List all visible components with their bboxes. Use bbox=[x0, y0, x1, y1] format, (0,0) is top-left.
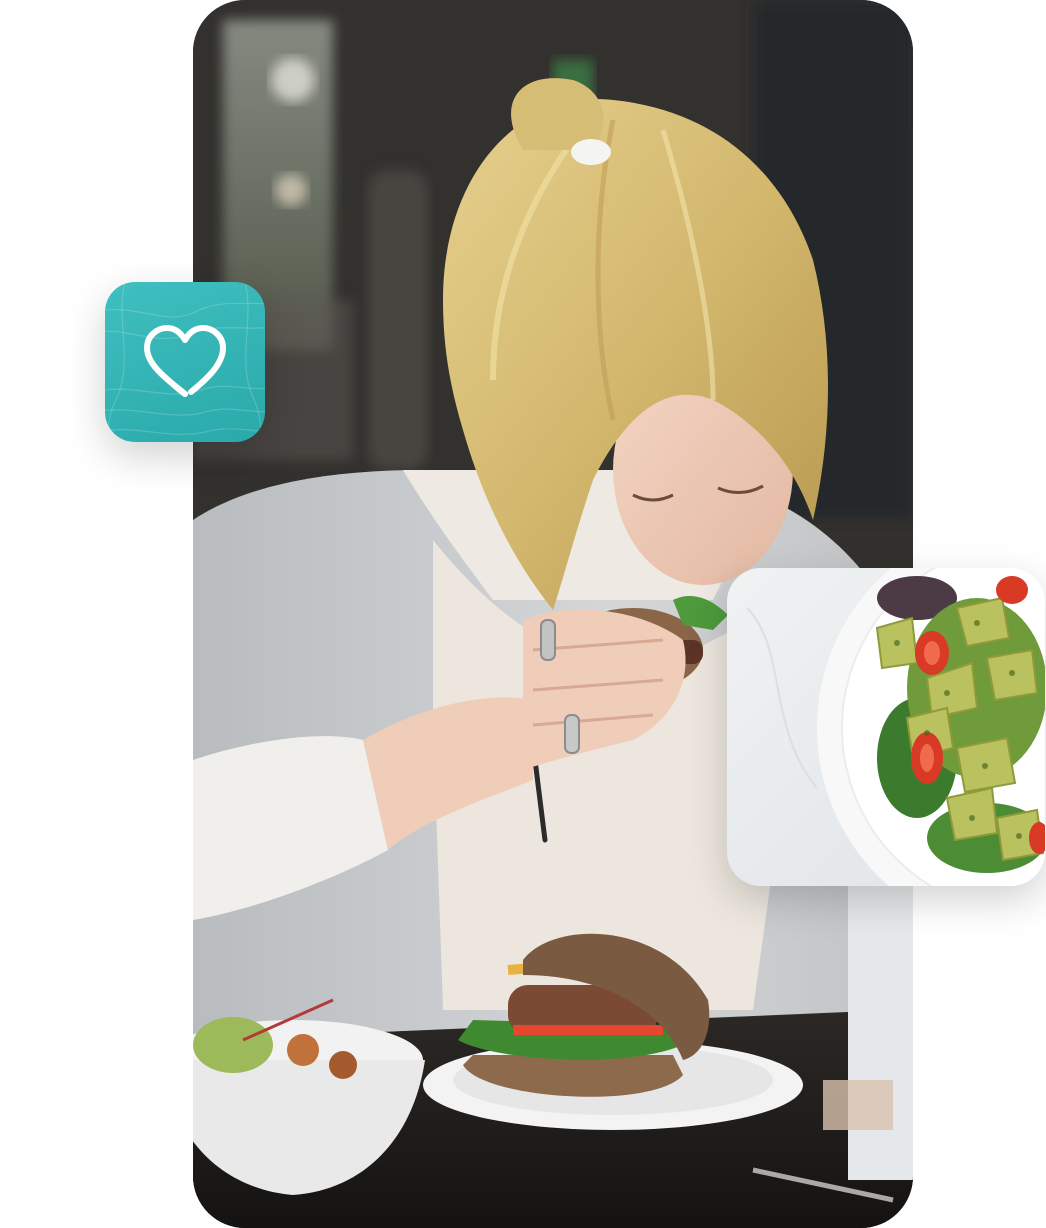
pasta-salad-photo bbox=[727, 568, 1045, 886]
heart-app-icon-tile[interactable] bbox=[105, 282, 265, 442]
heart-icon bbox=[105, 282, 265, 442]
salad-photo-card bbox=[727, 568, 1045, 886]
